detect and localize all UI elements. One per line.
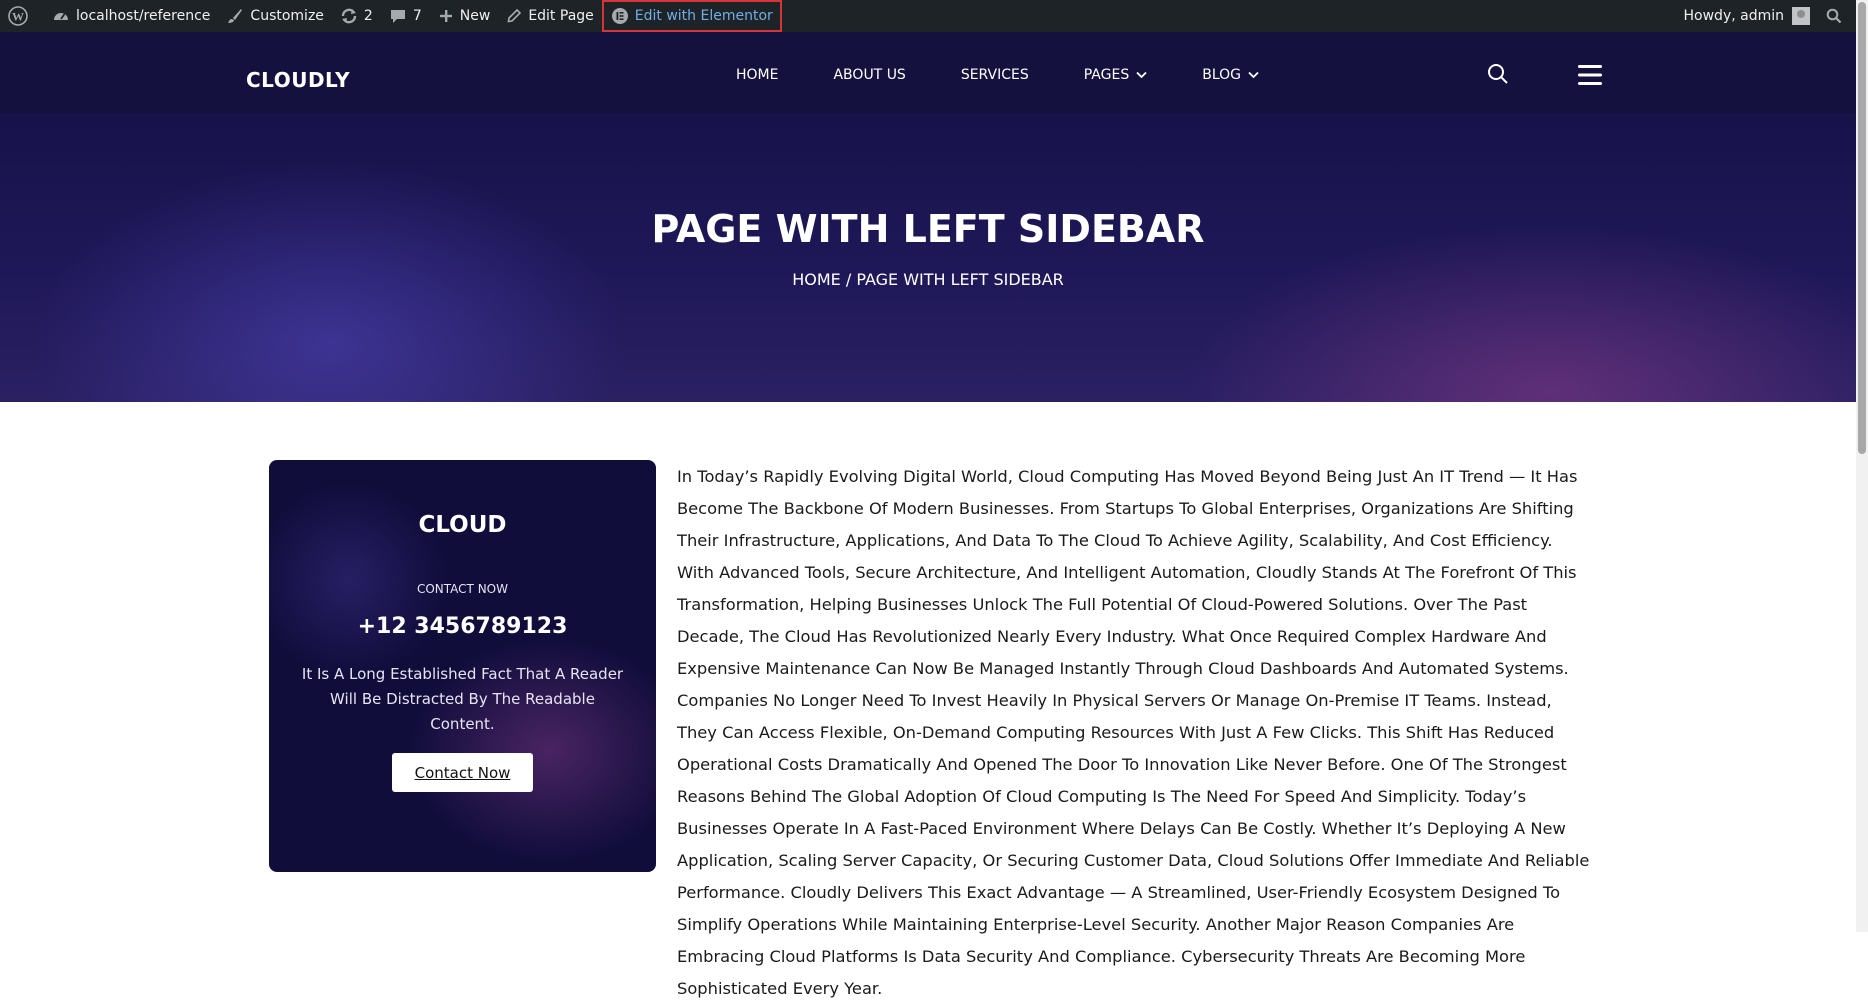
admin-bar: W localhost/reference Customize 2 7 New …: [0, 0, 1856, 32]
cta-phone: +12 3456789123: [357, 614, 568, 639]
main-content: In Today’s Rapidly Evolving Digital Worl…: [677, 461, 1592, 1005]
wordpress-menu[interactable]: W: [0, 0, 44, 32]
breadcrumb: HOME / PAGE WITH LEFT SIDEBAR: [792, 270, 1064, 289]
cta-description: It Is A Long Established Fact That A Rea…: [301, 665, 624, 733]
scrollbar-thumb[interactable]: [1858, 2, 1866, 454]
edit-with-elementor-link[interactable]: Edit with Elementor: [601, 0, 782, 32]
brush-icon: [228, 9, 243, 23]
updates-count: 2: [363, 8, 373, 24]
nav-services[interactable]: SERVICES: [961, 67, 1029, 83]
menu-toggle-button[interactable]: [1578, 64, 1602, 90]
customize-link[interactable]: Customize: [218, 0, 332, 32]
edit-page-label: Edit Page: [528, 8, 594, 24]
updates-icon: [341, 8, 357, 24]
site-header: CLOUDLY HOME ABOUT US SERVICES PAGES BLO…: [0, 32, 1856, 113]
nav-pages-label: PAGES: [1083, 67, 1130, 83]
search-icon: [1488, 64, 1508, 84]
nav-home[interactable]: HOME: [736, 67, 778, 83]
plus-icon: [439, 10, 452, 22]
hamburger-icon: [1578, 65, 1602, 85]
chevron-down-icon: [1248, 71, 1259, 79]
new-content-link[interactable]: New: [430, 0, 499, 32]
account-menu[interactable]: Howdy, admin: [1676, 0, 1818, 32]
wordpress-icon: W: [8, 6, 28, 26]
cta-eyebrow: CONTACT NOW: [416, 582, 508, 596]
nav-about-us[interactable]: ABOUT US: [833, 67, 905, 83]
pencil-icon: [507, 8, 522, 23]
comment-icon: [390, 10, 405, 23]
site-name: localhost/reference: [76, 8, 211, 24]
svg-text:W: W: [12, 10, 24, 24]
customize-label: Customize: [250, 8, 324, 24]
main-nav: HOME ABOUT US SERVICES PAGES BLOG: [736, 67, 1314, 83]
site-name-link[interactable]: localhost/reference: [44, 0, 218, 32]
content-paragraph: In Today’s Rapidly Evolving Digital Worl…: [677, 467, 1590, 998]
elementor-icon: [611, 8, 628, 24]
greeting: Howdy, admin: [1683, 8, 1784, 24]
nav-about-label: ABOUT US: [833, 67, 906, 83]
cta-title: CLOUD: [418, 512, 507, 538]
nav-home-label: HOME: [736, 67, 779, 83]
site-search-button[interactable]: [1487, 63, 1509, 89]
comments-count: 7: [412, 8, 422, 24]
nav-pages[interactable]: PAGES: [1084, 67, 1147, 83]
page-scrollbar[interactable]: [1856, 0, 1868, 932]
nav-blog-label: BLOG: [1202, 67, 1241, 83]
contact-now-button[interactable]: Contact Now: [392, 753, 533, 792]
page-title: PAGE WITH LEFT SIDEBAR: [651, 207, 1205, 251]
dashboard-icon: [54, 13, 68, 20]
avatar: [1792, 7, 1810, 25]
nav-services-label: SERVICES: [960, 67, 1029, 83]
updates-link[interactable]: 2: [332, 0, 381, 32]
new-label: New: [459, 8, 491, 24]
elementor-label: Edit with Elementor: [634, 8, 773, 24]
site-logo[interactable]: CLOUDLY: [246, 68, 350, 92]
sidebar-cta-card: CLOUD CONTACT NOW +12 3456789123 It Is A…: [269, 460, 656, 872]
admin-search[interactable]: [1818, 0, 1856, 32]
comments-link[interactable]: 7: [381, 0, 430, 32]
nav-blog[interactable]: BLOG: [1202, 67, 1259, 83]
edit-page-link[interactable]: Edit Page: [498, 0, 601, 32]
chevron-down-icon: [1136, 71, 1147, 79]
search-icon: [1826, 8, 1842, 24]
page-hero: PAGE WITH LEFT SIDEBAR HOME / PAGE WITH …: [0, 113, 1856, 402]
